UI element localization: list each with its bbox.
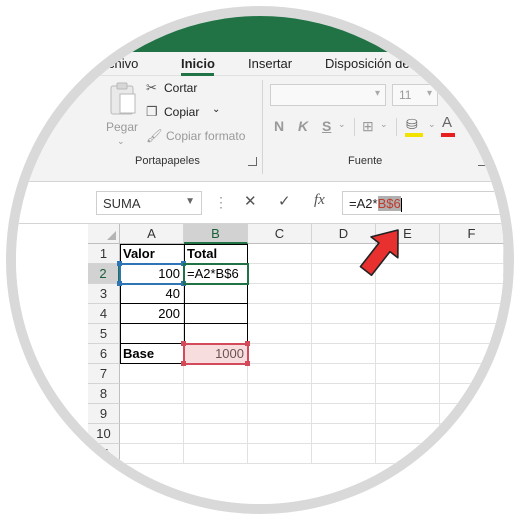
- grid-cell[interactable]: [504, 444, 514, 464]
- circular-frame: chivo Inicio Insertar Disposición de pá …: [6, 6, 514, 514]
- annotation-arrow: [359, 229, 399, 277]
- grid-cell[interactable]: [504, 324, 514, 344]
- grid-cell[interactable]: [504, 344, 514, 364]
- excel-window: chivo Inicio Insertar Disposición de pá …: [16, 16, 514, 504]
- grid-cell[interactable]: [504, 284, 514, 304]
- grid-cell[interactable]: [504, 364, 514, 384]
- grid-cell[interactable]: [504, 424, 514, 444]
- screenshot-stage: chivo Inicio Insertar Disposición de pá …: [0, 0, 520, 520]
- grid-cell[interactable]: [504, 404, 514, 424]
- grid-cell[interactable]: [504, 244, 514, 264]
- column-header-g[interactable]: [504, 224, 514, 244]
- grid-cell[interactable]: [504, 264, 514, 284]
- grid-cell[interactable]: [504, 384, 514, 404]
- grid-cell[interactable]: [504, 304, 514, 324]
